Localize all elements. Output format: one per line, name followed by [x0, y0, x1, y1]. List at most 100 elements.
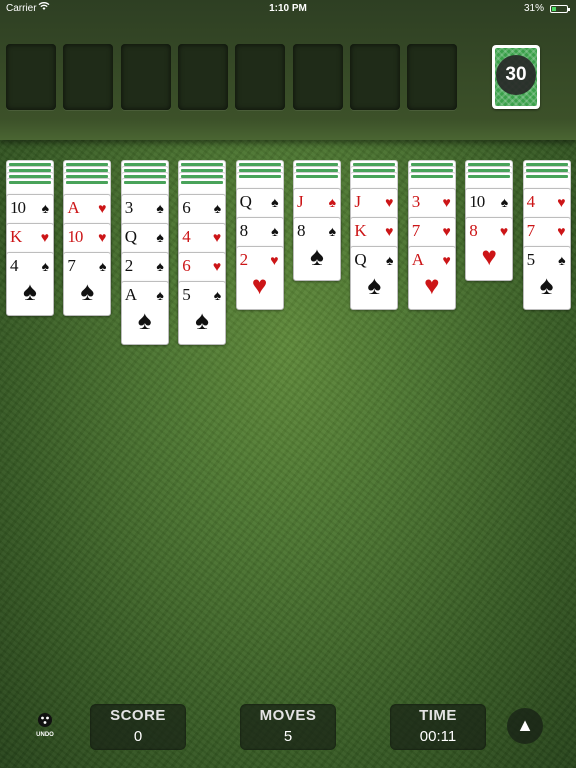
card-rank: 3 [124, 198, 133, 217]
heart-icon: ♥ [98, 200, 107, 216]
spade-icon: ♠ [558, 252, 566, 268]
card-rank: 8 [297, 221, 305, 240]
spade-icon: ♠ [156, 287, 164, 303]
heart-icon: ♥ [40, 229, 49, 245]
stock-pile[interactable]: 30 [492, 45, 540, 109]
spade-icon: ♠ [500, 194, 509, 210]
card-rank: 5 [526, 250, 535, 269]
card-rank: 8 [239, 221, 248, 240]
foundation-slot[interactable] [63, 44, 114, 110]
battery-percent: 31% [523, 3, 544, 14]
playing-card[interactable]: A ♠ ♠ [120, 281, 169, 345]
heart-icon: ♥ [212, 229, 222, 245]
card-rank: 7 [526, 221, 535, 240]
playing-card[interactable]: 2 ♥ ♥ [235, 246, 284, 310]
playing-card[interactable]: 4 ♠ ♠ [6, 252, 54, 316]
spade-icon: ♠ [271, 194, 279, 210]
playing-card[interactable]: 8 ♠ ♠ [293, 217, 341, 281]
stock-count: 30 [496, 55, 536, 95]
foundation-slot[interactable] [6, 44, 56, 110]
spade-icon: ♠ [195, 305, 210, 335]
spade-icon: ♠ [213, 287, 222, 303]
heart-icon: ♥ [424, 270, 440, 300]
heart-icon: ♥ [98, 229, 107, 245]
spade-icon: ♠ [156, 200, 164, 216]
spade-icon: ♠ [271, 223, 279, 239]
undo-icon [30, 712, 60, 732]
playing-card[interactable]: 8 ♥ ♥ [465, 217, 514, 281]
time-panel: TIME 00:11 [390, 704, 486, 750]
card-rank: J [297, 192, 304, 211]
spade-icon: ♠ [539, 270, 554, 300]
card-rank: 6 [182, 198, 190, 217]
spade-icon: ♠ [98, 258, 107, 274]
card-rank: 3 [411, 192, 420, 211]
spade-icon: ♠ [213, 200, 222, 216]
spade-icon: ♠ [310, 241, 324, 271]
spade-icon: ♠ [328, 223, 336, 239]
card-rank: K [354, 221, 366, 240]
heart-icon: ♥ [442, 223, 451, 239]
card-rank: 4 [182, 227, 190, 246]
foundation-slot[interactable] [292, 44, 343, 110]
heart-icon: ♥ [499, 223, 509, 239]
score-label: SCORE [110, 707, 166, 724]
card-rank: 5 [182, 285, 190, 304]
spade-icon: ♠ [41, 200, 49, 216]
card-rank: 6 [182, 256, 190, 275]
menu-button[interactable]: ▲ [507, 708, 543, 744]
heart-icon: ♥ [212, 258, 222, 274]
heart-icon: ♥ [557, 223, 566, 239]
card-rank: A [124, 285, 137, 304]
card-rank: 4 [10, 256, 18, 275]
moves-label: MOVES [259, 707, 317, 724]
battery-level [552, 7, 556, 11]
card-rank: Q [354, 250, 366, 269]
foundation-slot[interactable] [235, 44, 286, 110]
foundation-slot[interactable] [120, 44, 171, 110]
playing-card[interactable]: Q ♠ ♠ [350, 246, 399, 310]
spade-icon: ♠ [23, 276, 37, 306]
heart-icon: ♥ [251, 270, 268, 300]
foundation-slot[interactable] [349, 44, 400, 110]
heart-icon: ♥ [481, 241, 497, 271]
heart-icon: ♥ [557, 194, 566, 210]
undo-button[interactable]: UNDO [30, 712, 60, 742]
spade-icon: ♠ [367, 270, 382, 300]
heart-icon: ♥ [385, 223, 394, 239]
heart-icon: ♥ [270, 252, 279, 268]
card-rank: 4 [526, 192, 535, 211]
card-rank: Q [124, 227, 137, 246]
card-rank: 7 [411, 221, 420, 240]
card-rank: K [10, 227, 22, 246]
moves-panel: MOVES 5 [240, 704, 336, 750]
card-rank: J [354, 192, 361, 211]
spade-icon: ♠ [41, 258, 49, 274]
card-rank: A [67, 198, 79, 217]
spade-icon: ♠ [385, 252, 394, 268]
card-rank: Q [239, 192, 252, 211]
card-rank: A [411, 250, 424, 269]
playing-card[interactable]: 7 ♠ ♠ [63, 252, 112, 316]
card-rank: 7 [67, 256, 75, 275]
playing-card[interactable]: 5 ♠ ♠ [522, 246, 571, 310]
heart-icon: ♥ [442, 194, 451, 210]
card-rank: 10 [469, 192, 485, 211]
status-time: 1:10 PM [269, 3, 307, 14]
heart-icon: ♥ [385, 194, 394, 210]
spade-icon: ♠ [156, 229, 164, 245]
playing-card[interactable]: A ♥ ♥ [407, 246, 456, 310]
heart-icon: ♥ [442, 252, 451, 268]
foundation-slot[interactable] [177, 44, 228, 110]
spade-icon: ♠ [80, 276, 95, 306]
undo-label: UNDO [36, 732, 54, 738]
moves-value: 5 [283, 728, 293, 745]
card-rank: 8 [469, 221, 477, 240]
foundation-slot[interactable] [407, 44, 458, 110]
spade-icon: ♠ [156, 258, 164, 274]
playing-card[interactable]: 5 ♠ ♠ [178, 281, 227, 345]
card-rank: 10 [10, 198, 26, 217]
card-rank: 2 [239, 250, 248, 269]
triangle-up-icon: ▲ [516, 715, 534, 735]
battery-icon [550, 5, 570, 13]
